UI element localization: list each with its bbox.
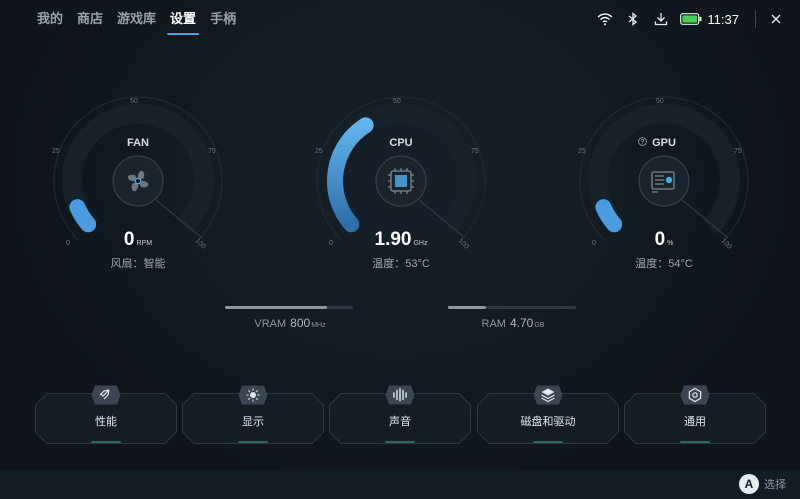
menu-storage-drivers[interactable]: 磁盘和驱动 — [477, 385, 619, 444]
ram-fill — [448, 306, 487, 309]
fan-label: FAN — [127, 137, 149, 149]
vram-track — [225, 306, 353, 309]
gpu-level-arc — [595, 199, 623, 233]
gpu-label: GPU — [638, 137, 690, 149]
ram-readout: RAM 4.70GB — [448, 316, 578, 330]
settings-hex-icon — [680, 385, 710, 405]
vram-readout: VRAM 800MHz — [225, 316, 355, 330]
vram-value: 800 — [290, 316, 311, 330]
tab-store[interactable]: 商店 — [70, 0, 110, 38]
tick-25: 25 — [578, 148, 586, 155]
tab-controller[interactable]: 手柄 — [203, 0, 243, 38]
cpu-readout: 1.90 GHz — [351, 229, 451, 251]
cpu-temperature: 温度：53°C — [372, 258, 430, 270]
menu-general[interactable]: 通用 — [624, 385, 766, 444]
gpu-unit: % — [667, 240, 674, 247]
tick-50: 50 — [130, 98, 138, 105]
fan-readout: 0 RPM — [88, 229, 188, 251]
tab-library[interactable]: 游戏库 — [110, 0, 163, 38]
vram-meter: VRAM 800MHz — [225, 306, 355, 332]
fan-gauge: 0 25 50 75 100 FAN 0 RPM 风扇：智能 — [52, 95, 224, 275]
tick-0: 0 — [592, 240, 596, 247]
tick-0: 0 — [66, 240, 70, 247]
tick-0: 0 — [329, 240, 333, 247]
gpu-label-text: GPU — [652, 137, 676, 149]
menu-display-label: 显示 — [242, 416, 264, 428]
menu-sound-label: 声音 — [389, 416, 411, 428]
menu-performance-label: 性能 — [95, 416, 117, 428]
status-area: 11:37 — [587, 0, 786, 38]
brightness-icon — [238, 385, 268, 405]
card-indicator — [385, 441, 415, 443]
ram-track — [448, 306, 576, 309]
download-icon[interactable] — [651, 9, 671, 29]
fan-mode: 风扇：智能 — [110, 258, 166, 270]
select-hint[interactable]: A 选择 — [739, 474, 786, 494]
gpu-hub — [638, 155, 690, 207]
settings-screen: 我的 商店 游戏库 设置 手柄 11:37 0 25 50 75 100 FAN… — [0, 0, 800, 499]
fan-unit: RPM — [136, 240, 153, 247]
menu-performance[interactable]: 性能 — [35, 385, 177, 444]
nav-tabs: 我的 商店 游戏库 设置 手柄 — [30, 0, 243, 38]
close-icon[interactable] — [766, 9, 786, 29]
footer-bar: A 选择 — [0, 469, 800, 499]
rocket-icon — [91, 385, 121, 405]
select-hint-label: 选择 — [764, 479, 786, 491]
divider — [755, 10, 756, 28]
fan-value: 0 — [123, 229, 135, 250]
bluetooth-icon[interactable] — [623, 9, 643, 29]
cpu-value: 1.90 — [374, 229, 412, 250]
menu-sound[interactable]: 声音 — [329, 385, 471, 444]
gpu-gauge: 0 25 50 75 100 GPU 0% 温度：54°C — [578, 95, 750, 275]
vram-fill — [225, 306, 328, 309]
menu-general-label: 通用 — [684, 416, 706, 428]
top-bar: 我的 商店 游戏库 设置 手柄 11:37 — [0, 0, 800, 38]
tick-25: 25 — [52, 148, 60, 155]
cpu-gauge: 0 25 50 75 100 CPU 1.90 GHz 温度：53°C — [315, 95, 487, 275]
tick-100: 100 — [457, 237, 470, 250]
ram-unit: GB — [534, 322, 545, 329]
tab-mine[interactable]: 我的 — [30, 0, 70, 38]
card-indicator — [238, 441, 268, 443]
menu-storage-drivers-label: 磁盘和驱动 — [520, 416, 576, 428]
wifi-icon[interactable] — [595, 9, 615, 29]
clock: 11:37 — [707, 11, 739, 27]
fan-level-arc — [69, 199, 97, 233]
gpu-temperature: 温度：54°C — [635, 258, 693, 270]
tick-50: 50 — [393, 98, 401, 105]
ram-label: RAM — [481, 318, 506, 330]
tick-75: 75 — [734, 148, 742, 155]
gpu-value: 0 — [654, 229, 666, 250]
a-button-icon: A — [739, 474, 759, 494]
tick-100: 100 — [194, 237, 207, 250]
tick-75: 75 — [471, 148, 479, 155]
card-indicator — [91, 441, 121, 443]
tab-settings[interactable]: 设置 — [163, 0, 203, 38]
ram-meter: RAM 4.70GB — [448, 306, 578, 332]
cpu-unit: GHz — [413, 240, 428, 247]
cpu-label: CPU — [389, 137, 413, 149]
sound-wave-icon — [385, 385, 415, 405]
layers-icon — [533, 385, 563, 405]
card-indicator — [533, 441, 563, 443]
vram-label: VRAM — [254, 318, 287, 330]
tick-50: 50 — [656, 98, 664, 105]
question-icon[interactable] — [638, 137, 647, 146]
card-indicator — [680, 441, 710, 443]
vram-unit: MHz — [311, 322, 326, 329]
battery-icon[interactable] — [679, 9, 703, 29]
ram-value: 4.70 — [509, 316, 534, 330]
tick-25: 25 — [315, 148, 323, 155]
tick-100: 100 — [720, 237, 733, 250]
tick-75: 75 — [208, 148, 216, 155]
menu-display[interactable]: 显示 — [182, 385, 324, 444]
gpu-readout: 0% — [614, 229, 714, 251]
